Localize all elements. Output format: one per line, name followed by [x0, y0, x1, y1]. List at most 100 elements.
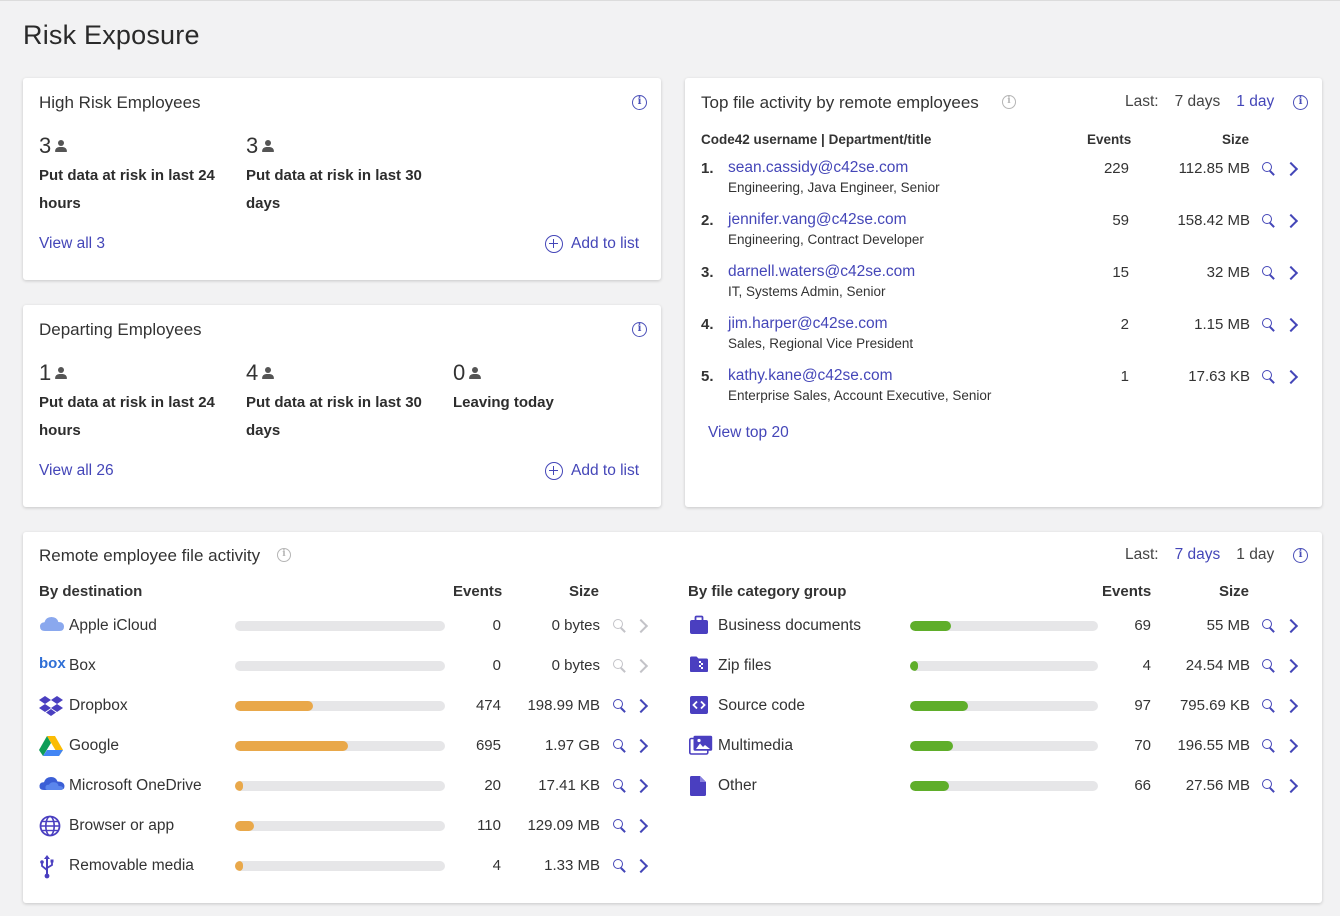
- usb-icon: [39, 855, 55, 884]
- chevron-right-icon[interactable]: [633, 698, 649, 714]
- dropbox-icon: [39, 695, 63, 722]
- add-to-list-button[interactable]: Add to list: [545, 462, 639, 480]
- destination-bar: [235, 741, 445, 751]
- period-option-7-days[interactable]: 7 days: [1175, 93, 1221, 111]
- size-value: 24.54 MB: [1185, 657, 1250, 674]
- category-bar: [910, 741, 1098, 751]
- stat-count: 4: [246, 360, 259, 385]
- chevron-right-icon[interactable]: [1283, 213, 1299, 229]
- chevron-right-icon[interactable]: [633, 818, 649, 834]
- stat-count: 1: [39, 360, 52, 385]
- stat-count: 0: [453, 360, 466, 385]
- chevron-right-icon[interactable]: [1283, 618, 1299, 634]
- info-icon[interactable]: i: [1293, 95, 1308, 110]
- events-count: 66: [1134, 777, 1151, 794]
- search-icon[interactable]: [613, 859, 627, 873]
- card-title: High Risk Employees: [39, 93, 201, 112]
- chevron-right-icon[interactable]: [1283, 698, 1299, 714]
- search-icon[interactable]: [1262, 659, 1276, 673]
- info-icon[interactable]: i: [632, 322, 647, 337]
- chevron-right-icon[interactable]: [633, 658, 649, 674]
- events-count: 474: [475, 697, 501, 714]
- user-email-link[interactable]: kathy.kane@c42se.com: [728, 367, 893, 385]
- chevron-right-icon[interactable]: [633, 738, 649, 754]
- info-icon[interactable]: i: [277, 548, 291, 562]
- search-icon[interactable]: [613, 819, 627, 833]
- search-icon[interactable]: [1262, 779, 1276, 793]
- destination-name: Microsoft OneDrive: [69, 777, 202, 794]
- info-icon[interactable]: i: [1002, 95, 1016, 109]
- search-icon[interactable]: [613, 659, 627, 673]
- user-email-link[interactable]: darnell.waters@c42se.com: [728, 263, 915, 281]
- add-circle-icon: [545, 235, 563, 253]
- period-option-7-days[interactable]: 7 days: [1175, 546, 1221, 564]
- search-icon[interactable]: [613, 779, 627, 793]
- size-value: 55 MB: [1206, 617, 1250, 634]
- search-icon[interactable]: [1262, 214, 1276, 228]
- chevron-right-icon[interactable]: [1283, 778, 1299, 794]
- destination-bar-fill: [235, 741, 349, 751]
- user-department: Sales, Regional Vice President: [728, 336, 914, 351]
- stat-24-hours: 1 Put data at risk in last 24 hours: [39, 360, 229, 445]
- chevron-right-icon[interactable]: [1283, 369, 1299, 385]
- page-title: Risk Exposure: [23, 20, 200, 50]
- user-email-link[interactable]: jennifer.vang@c42se.com: [728, 211, 907, 229]
- column-header-size: Size: [569, 583, 600, 600]
- events-count: 69: [1134, 617, 1151, 634]
- search-icon[interactable]: [1262, 739, 1276, 753]
- chevron-right-icon[interactable]: [1283, 161, 1299, 177]
- stat-leaving-today: 0 Leaving today: [453, 360, 643, 417]
- view-all-link[interactable]: View all 3: [39, 235, 105, 253]
- search-icon[interactable]: [1262, 162, 1276, 176]
- box-icon: box: [39, 655, 67, 676]
- search-icon[interactable]: [613, 699, 627, 713]
- search-icon[interactable]: [1262, 266, 1276, 280]
- destination-bar-fill: [235, 781, 244, 791]
- stat-description: Put data at risk in last 30 days: [246, 394, 422, 439]
- search-icon[interactable]: [1262, 619, 1276, 633]
- chevron-right-icon[interactable]: [633, 858, 649, 874]
- destination-name: Browser or app: [69, 817, 175, 834]
- size-value: 17.41 KB: [538, 777, 600, 794]
- chevron-right-icon[interactable]: [1283, 738, 1299, 754]
- top-file-activity-card: Top file activity by remote employees i …: [685, 78, 1322, 507]
- category-heading: By file category group: [688, 583, 847, 600]
- svg-text:box: box: [39, 655, 66, 671]
- search-icon[interactable]: [1262, 370, 1276, 384]
- view-all-link[interactable]: View all 26: [39, 462, 114, 480]
- period-option-1-day[interactable]: 1 day: [1236, 546, 1274, 564]
- stat-description: Put data at risk in last 24 hours: [39, 394, 215, 439]
- destination-bar-fill: [235, 701, 313, 711]
- chevron-right-icon[interactable]: [1283, 265, 1299, 281]
- search-icon[interactable]: [1262, 699, 1276, 713]
- card-title: Departing Employees: [39, 320, 202, 339]
- period-label: Last:: [1125, 93, 1159, 110]
- chevron-right-icon[interactable]: [1283, 658, 1299, 674]
- add-to-list-button[interactable]: Add to list: [545, 235, 639, 253]
- search-icon[interactable]: [613, 619, 627, 633]
- period-option-1-day[interactable]: 1 day: [1236, 93, 1274, 111]
- category-name: Business documents: [718, 617, 862, 634]
- events-count: 2: [1120, 316, 1129, 333]
- row-rank: 4.: [701, 316, 714, 333]
- period-selector: Last: 7 days 1 day: [1125, 93, 1274, 111]
- category-bar-fill: [910, 781, 950, 791]
- events-count: 20: [484, 777, 501, 794]
- chevron-right-icon[interactable]: [633, 778, 649, 794]
- search-icon[interactable]: [613, 739, 627, 753]
- user-email-link[interactable]: jim.harper@c42se.com: [728, 315, 888, 333]
- size-value: 32 MB: [1206, 264, 1250, 281]
- view-top-link[interactable]: View top 20: [708, 424, 789, 442]
- events-count: 0: [492, 657, 501, 674]
- info-icon[interactable]: i: [1293, 548, 1308, 563]
- info-icon[interactable]: i: [632, 95, 647, 110]
- chevron-right-icon[interactable]: [633, 618, 649, 634]
- person-icon: [469, 367, 482, 379]
- chevron-right-icon[interactable]: [1283, 317, 1299, 333]
- size-value: 1.33 MB: [544, 857, 600, 874]
- user-email-link[interactable]: sean.cassidy@c42se.com: [728, 159, 908, 177]
- search-icon[interactable]: [1262, 318, 1276, 332]
- size-value: 1.97 GB: [544, 737, 600, 754]
- category-bar: [910, 701, 1098, 711]
- person-icon: [55, 367, 68, 379]
